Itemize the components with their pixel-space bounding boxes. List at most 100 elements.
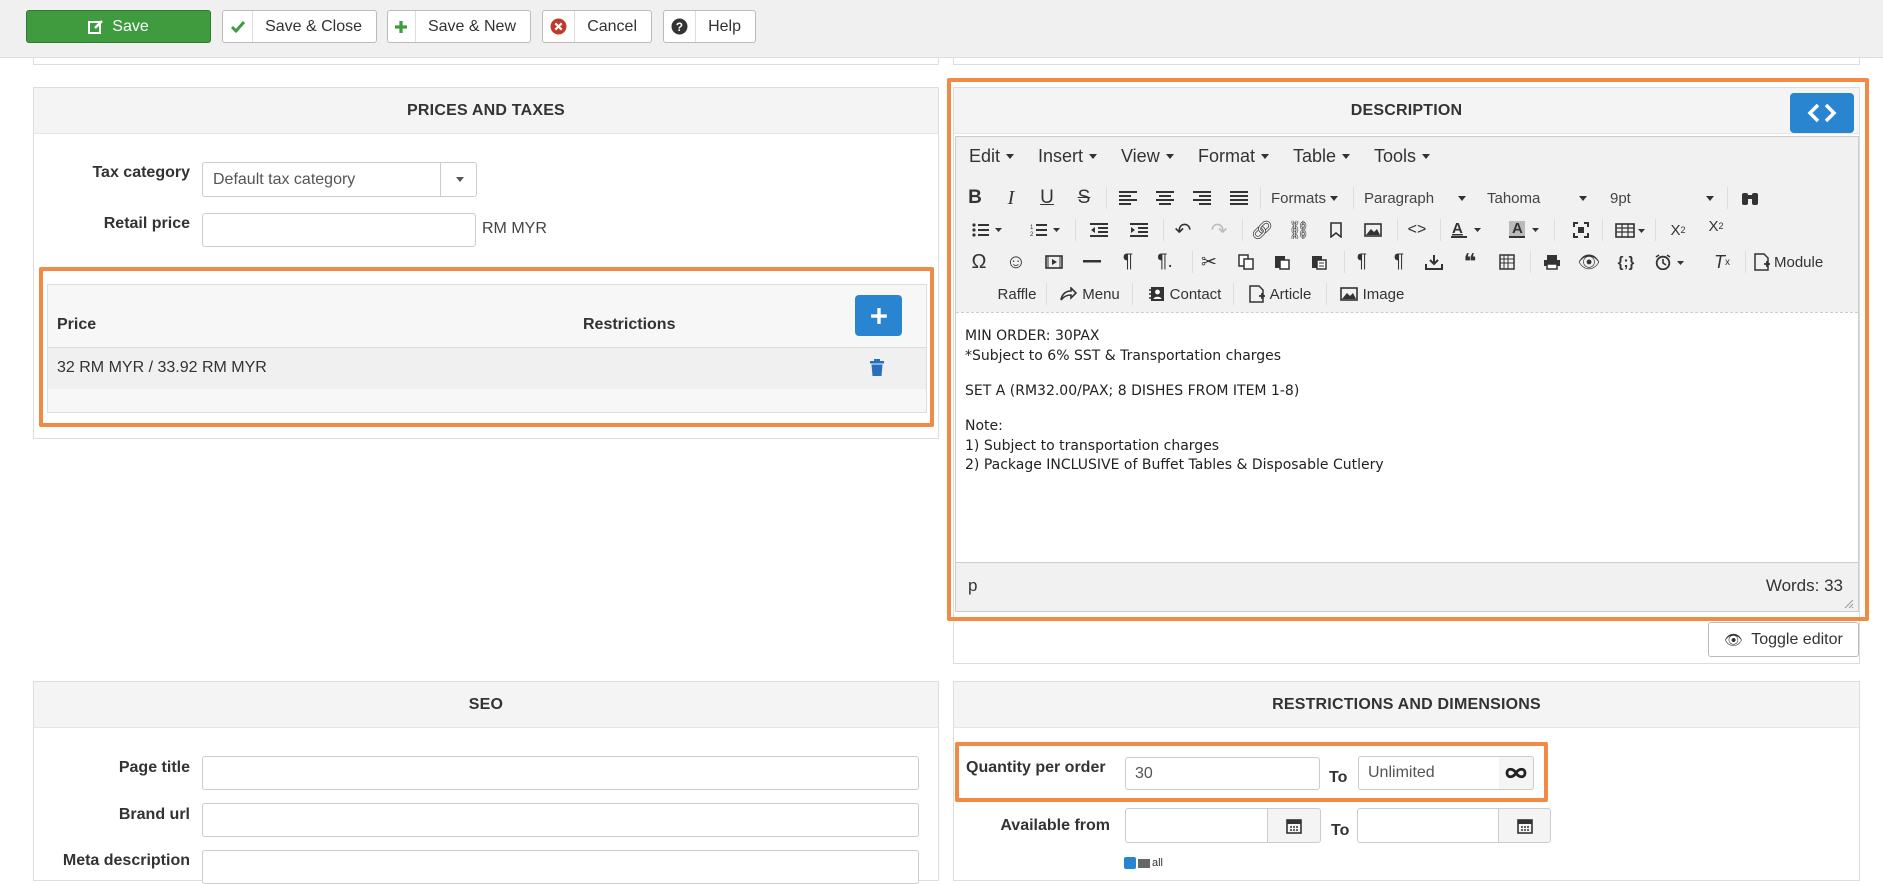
paste-icon[interactable]	[1271, 249, 1293, 275]
tax-category-label: Tax category	[92, 164, 190, 181]
align-justify-icon[interactable]	[1228, 185, 1250, 211]
calendar-from-button[interactable]	[1267, 808, 1321, 843]
tax-category-select[interactable]: Default tax category	[202, 162, 477, 197]
align-left-icon[interactable]	[1117, 185, 1139, 211]
save-button[interactable]: Save	[26, 10, 211, 43]
strikethrough-icon[interactable]: S	[1073, 185, 1095, 211]
insert-image-button[interactable]: Image	[1337, 281, 1407, 307]
available-to-input[interactable]	[1357, 808, 1499, 843]
formats-dropdown[interactable]: Formats	[1271, 187, 1339, 209]
quantity-from-input[interactable]: 30	[1125, 757, 1320, 790]
calendar-to-button[interactable]	[1498, 808, 1551, 843]
copy-icon[interactable]	[1235, 249, 1257, 275]
find-replace-icon[interactable]	[1739, 185, 1761, 211]
indent-icon[interactable]	[1128, 217, 1150, 243]
available-to-label: To	[1331, 822, 1350, 839]
underline-icon[interactable]: U	[1036, 185, 1058, 211]
cancel-button[interactable]: Cancel	[542, 10, 652, 43]
retail-price-input[interactable]	[202, 213, 476, 247]
subscript-icon[interactable]: X2	[1667, 217, 1689, 243]
numbered-list-icon[interactable]: 12	[1027, 217, 1063, 243]
save-new-button[interactable]: Save & New	[387, 10, 531, 43]
edit-icon	[88, 19, 104, 34]
plus-icon	[388, 11, 416, 42]
redo-icon[interactable]: ↷	[1208, 217, 1230, 243]
shortcode-icon[interactable]: {;}	[1614, 249, 1638, 275]
fullscreen-icon[interactable]	[1570, 217, 1592, 243]
element-path[interactable]: p	[968, 576, 977, 596]
all-checkbox[interactable]: all	[1124, 857, 1163, 869]
emoticons-icon[interactable]: ☺	[1005, 249, 1027, 275]
cancel-label: Cancel	[587, 17, 637, 35]
preview-eye-icon[interactable]: 👁︎	[1578, 249, 1601, 275]
undo-icon[interactable]: ↶	[1172, 217, 1194, 243]
block-format-dropdown[interactable]: Paragraph	[1364, 187, 1466, 209]
background-color-icon[interactable]: A	[1506, 217, 1542, 243]
horizontal-rule-icon[interactable]	[1081, 249, 1103, 275]
chevron-down-icon[interactable]	[440, 163, 476, 196]
cut-icon[interactable]: ✂	[1198, 249, 1220, 275]
insert-module-button[interactable]: Module	[1754, 249, 1832, 275]
code-icon[interactable]: <>	[1406, 217, 1428, 243]
rtl-icon[interactable]: ¶	[1388, 249, 1410, 275]
quantity-label: Quantity per order	[966, 759, 1106, 776]
resize-handle-icon[interactable]	[1843, 596, 1854, 614]
help-circle-icon: ?	[664, 11, 697, 42]
blockquote-icon[interactable]: ❝	[1459, 249, 1481, 275]
menu-format[interactable]: Format	[1198, 146, 1270, 167]
save-close-button[interactable]: Save & Close	[222, 10, 377, 43]
clear-formatting-icon[interactable]: Tx	[1711, 249, 1733, 275]
align-right-icon[interactable]	[1191, 185, 1213, 211]
link-icon[interactable]: 🔗︎	[1251, 217, 1274, 243]
font-family-dropdown[interactable]: Tahoma	[1487, 187, 1587, 209]
help-label: Help	[708, 17, 741, 35]
italic-icon[interactable]: I	[1000, 185, 1022, 211]
visual-chars-icon[interactable]: ¶.	[1153, 249, 1177, 275]
file-plus-icon	[1754, 253, 1770, 271]
menu-insert[interactable]: Insert	[1038, 146, 1098, 167]
share-icon	[1060, 287, 1078, 301]
help-button[interactable]: ? Help	[663, 10, 756, 43]
page-title-input[interactable]	[202, 756, 919, 790]
template-grid-icon[interactable]	[1496, 249, 1518, 275]
bold-icon[interactable]: B	[964, 185, 986, 211]
nonbreaking-icon[interactable]: ¶	[1117, 249, 1139, 275]
tax-category-value: Default tax category	[213, 170, 356, 188]
trash-icon[interactable]	[869, 359, 885, 382]
text-color-icon[interactable]: A	[1448, 217, 1484, 243]
template-icon[interactable]	[1423, 249, 1445, 275]
superscript-icon[interactable]: X2	[1705, 213, 1727, 239]
unlink-icon[interactable]: ⛓︎	[1288, 217, 1311, 243]
bookmark-icon[interactable]	[1325, 217, 1347, 243]
calendar-icon	[1286, 818, 1302, 834]
menu-tools[interactable]: Tools	[1374, 146, 1431, 167]
special-char-icon[interactable]: Ω	[968, 249, 990, 275]
media-icon[interactable]	[1043, 249, 1065, 275]
outdent-icon[interactable]	[1088, 217, 1110, 243]
add-price-button[interactable]	[855, 295, 902, 336]
align-center-icon[interactable]	[1154, 185, 1176, 211]
table-icon[interactable]	[1613, 217, 1649, 243]
brand-url-input[interactable]	[202, 803, 919, 837]
content-line: *Subject to 6% SST & Transportation char…	[965, 348, 1282, 364]
insert-datetime-icon[interactable]	[1653, 249, 1689, 275]
paste-text-icon[interactable]	[1308, 249, 1330, 275]
contact-button[interactable]: Contact	[1145, 281, 1225, 307]
meta-description-input[interactable]	[202, 850, 919, 884]
raffle-button[interactable]: Raffle	[996, 281, 1038, 307]
available-from-input[interactable]	[1125, 808, 1268, 843]
code-view-button[interactable]	[1790, 93, 1854, 133]
bullet-list-icon[interactable]	[969, 217, 1005, 243]
ltr-icon[interactable]: ¶	[1351, 249, 1373, 275]
font-size-dropdown[interactable]: 9pt	[1610, 187, 1714, 209]
menu-table[interactable]: Table	[1293, 146, 1351, 167]
quantity-to-input[interactable]: Unlimited	[1358, 756, 1500, 790]
print-icon[interactable]	[1541, 249, 1563, 275]
menu-edit[interactable]: Edit	[969, 146, 1015, 167]
image-icon[interactable]	[1362, 217, 1384, 243]
menu-link-button[interactable]: Menu	[1057, 281, 1123, 307]
menu-view[interactable]: View	[1121, 146, 1174, 167]
unlimited-toggle-button[interactable]	[1499, 756, 1534, 790]
toggle-editor-button[interactable]: 👁︎ Toggle editor	[1708, 622, 1859, 657]
article-button[interactable]: Article	[1245, 281, 1315, 307]
